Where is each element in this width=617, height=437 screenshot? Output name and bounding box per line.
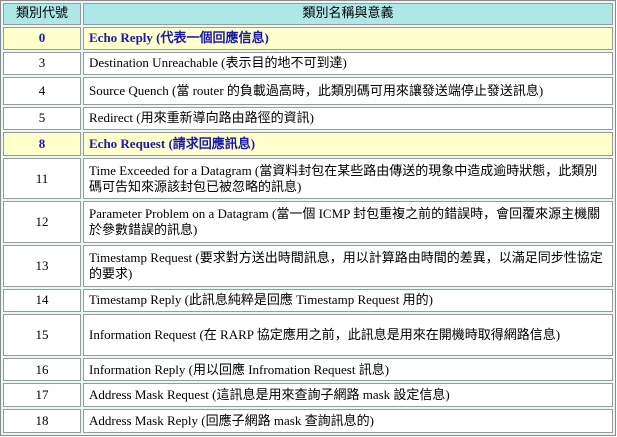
header-type-name-meaning: 類別名稱與意義 bbox=[83, 3, 613, 25]
type-code-cell: 11 bbox=[3, 157, 81, 200]
table-row: 12 Parameter Problem on a Datagram (當一個 I… bbox=[3, 201, 613, 243]
table-row: 17 Address Mask Request (這訊息是用來查詢子網路 mask… bbox=[3, 383, 613, 408]
type-code-cell: 13 bbox=[3, 245, 81, 287]
type-description-cell: Timestamp Reply (此訊息純粹是回應 Timestamp Requ… bbox=[83, 288, 613, 313]
table-row: 3 Destination Unreachable (表示目的地不可到達) bbox=[3, 51, 613, 76]
type-code-cell: 16 bbox=[3, 357, 81, 382]
type-code-cell: 4 bbox=[3, 77, 81, 105]
type-description-cell: Echo Reply (代表一個回應信息) bbox=[83, 27, 613, 50]
icmp-type-table: 類別代號 類別名稱與意義 0 Echo Reply (代表一個回應信息) 3 Dest… bbox=[0, 0, 616, 436]
table-row: 15 Information Request (在 RARP 協定應用之前，此訊息… bbox=[3, 314, 613, 356]
type-description-cell: Destination Unreachable (表示目的地不可到達) bbox=[83, 51, 613, 76]
type-code-cell: 5 bbox=[3, 106, 81, 131]
type-description-cell: Echo Request (請求回應訊息) bbox=[83, 132, 613, 156]
type-code-cell: 12 bbox=[3, 201, 81, 243]
type-description-cell: Timestamp Request (要求對方送出時間訊息，用以計算路由時間的差… bbox=[83, 245, 613, 287]
type-description-cell: Source Quench (當 router 的負載過高時，此類別碼可用來讓發… bbox=[83, 77, 613, 105]
type-description-cell: Parameter Problem on a Datagram (當一個 ICM… bbox=[83, 201, 613, 243]
type-code-cell: 17 bbox=[3, 383, 81, 408]
table-row: 16 Information Reply (用以回應 Infromation Re… bbox=[3, 357, 613, 382]
table-row: 13 Timestamp Request (要求對方送出時間訊息，用以計算路由時間… bbox=[3, 245, 613, 287]
table-row: 0 Echo Reply (代表一個回應信息) bbox=[3, 27, 613, 50]
type-code-cell: 3 bbox=[3, 51, 81, 76]
type-code-cell: 14 bbox=[3, 288, 81, 313]
table-row: 14 Timestamp Reply (此訊息純粹是回應 Timestamp Re… bbox=[3, 288, 613, 313]
type-code-cell: 18 bbox=[3, 409, 81, 433]
table-header-row: 類別代號 類別名稱與意義 bbox=[3, 3, 613, 25]
table-row: 11 Time Exceeded for a Datagram (當資料封包在某些… bbox=[3, 157, 613, 200]
type-description-cell: Address Mask Reply (回應子網路 mask 查詢訊息的) bbox=[83, 409, 613, 433]
header-type-code: 類別代號 bbox=[3, 3, 81, 25]
type-description-cell: Redirect (用來重新導向路由路徑的資訊) bbox=[83, 106, 613, 131]
type-description-cell: Information Request (在 RARP 協定應用之前，此訊息是用… bbox=[83, 314, 613, 356]
table-row: 18 Address Mask Reply (回應子網路 mask 查詢訊息的) bbox=[3, 409, 613, 433]
type-code-cell: 0 bbox=[3, 27, 81, 50]
type-code-cell: 15 bbox=[3, 314, 81, 356]
type-description-cell: Address Mask Request (這訊息是用來查詢子網路 mask 設… bbox=[83, 383, 613, 408]
type-description-cell: Time Exceeded for a Datagram (當資料封包在某些路由… bbox=[83, 157, 613, 200]
table-body: 0 Echo Reply (代表一個回應信息) 3 Destination Unrea… bbox=[3, 27, 613, 433]
table-row: 4 Source Quench (當 router 的負載過高時，此類別碼可用來讓… bbox=[3, 77, 613, 105]
table-row: 8 Echo Request (請求回應訊息) bbox=[3, 132, 613, 156]
table-row: 5 Redirect (用來重新導向路由路徑的資訊) bbox=[3, 106, 613, 131]
type-code-cell: 8 bbox=[3, 132, 81, 156]
type-description-cell: Information Reply (用以回應 Infromation Requ… bbox=[83, 357, 613, 382]
